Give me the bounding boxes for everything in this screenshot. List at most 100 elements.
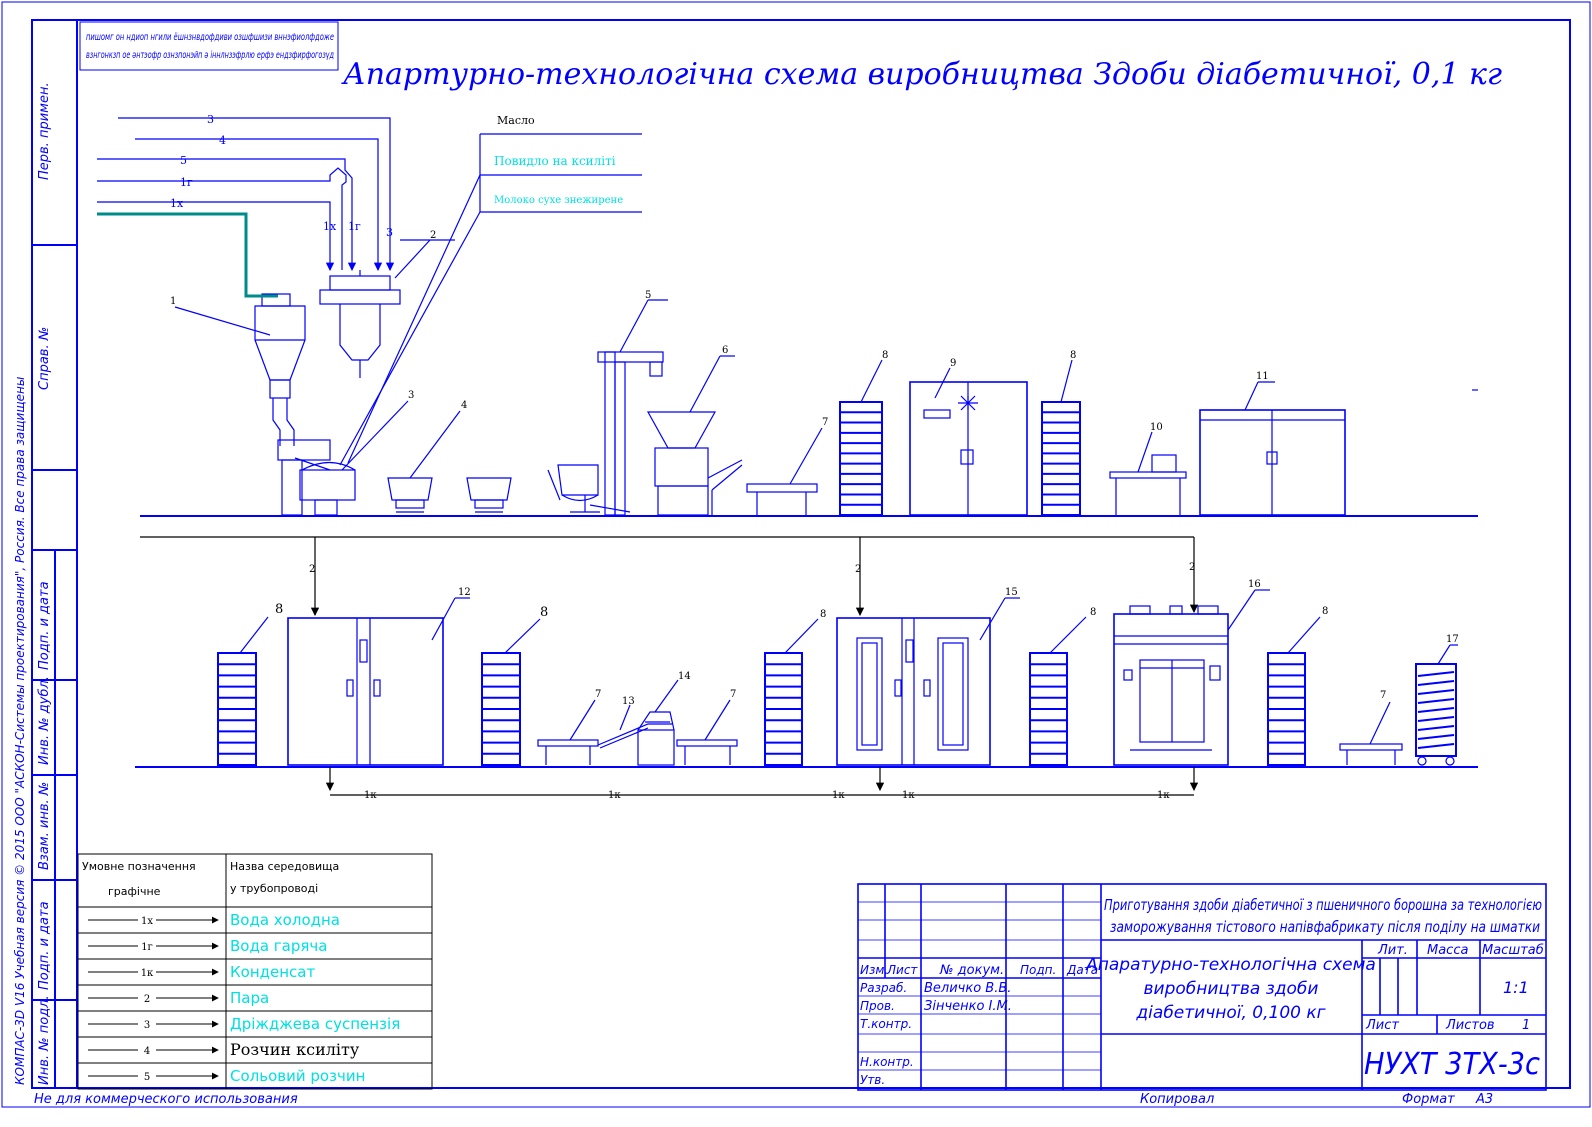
svg-text:8: 8 — [1322, 606, 1328, 617]
svg-text:Копировал: Копировал — [1140, 1092, 1214, 1107]
svg-text:7: 7 — [1380, 690, 1386, 701]
svg-text:4: 4 — [219, 134, 226, 147]
svg-text:8: 8 — [1070, 350, 1076, 361]
legend-code: 1г — [141, 942, 153, 953]
svg-text:Умовне позначення: Умовне позначення — [82, 860, 196, 873]
trolley-shelf — [1417, 716, 1455, 722]
mirrored-stamp: пишомг он ндиоп нгили ёшнзнвдофдиви озшф… — [86, 32, 334, 61]
svg-text:1г: 1г — [180, 176, 193, 189]
svg-text:12: 12 — [458, 587, 471, 598]
svg-text:Зінченко І.М.: Зінченко І.М. — [924, 999, 1012, 1014]
svg-text:1к: 1к — [608, 790, 621, 801]
side-label-podp-2: Подп. и дата — [37, 901, 52, 990]
legend-code: 1х — [141, 916, 153, 927]
footer: Не для коммерческого использования Копир… — [34, 1092, 1493, 1107]
svg-text:1к: 1к — [364, 790, 377, 801]
svg-text:2: 2 — [1189, 562, 1195, 573]
svg-text:Пров.: Пров. — [860, 999, 895, 1013]
svg-text:Т.контр.: Т.контр. — [860, 1017, 912, 1031]
svg-text:15: 15 — [1005, 587, 1018, 598]
svg-text:2: 2 — [855, 564, 861, 575]
cold-water-pipe — [97, 212, 278, 298]
svg-text:8: 8 — [275, 602, 283, 617]
svg-text:7: 7 — [822, 417, 828, 428]
svg-text:2: 2 — [309, 564, 315, 575]
svg-text:14: 14 — [678, 671, 691, 682]
legend-medium-name: Вода холодна — [230, 911, 340, 929]
svg-text:8: 8 — [820, 609, 826, 620]
side-label-vzam: Взам. инв. № — [37, 782, 52, 870]
svg-text:Листов: Листов — [1445, 1018, 1495, 1033]
svg-text:Формат: Формат — [1402, 1092, 1455, 1107]
svg-text:Лист: Лист — [886, 963, 918, 977]
svg-text:Лист: Лист — [1365, 1018, 1399, 1033]
tb-name-2: виробництва здоби — [1144, 979, 1319, 999]
tb-name-1: Апаратурно-технологічна схема — [1085, 955, 1376, 975]
side-label-inv-dubl: Инв. № дубл. — [37, 676, 52, 765]
svg-text:Подп.: Подп. — [1020, 963, 1056, 977]
trolley-shelf — [1417, 707, 1455, 713]
rack-shelves-bottom — [218, 663, 1305, 755]
trolley-shelf — [1417, 671, 1455, 677]
svg-text:графічне: графічне — [108, 885, 161, 898]
title-block-text: Приготування здоби діабетичної з пшеничн… — [860, 896, 1544, 1087]
svg-text:2: 2 — [430, 230, 436, 241]
trolley-shelf — [1417, 743, 1455, 749]
side-label-podp-1: Подп. и дата — [37, 581, 52, 670]
svg-text:Разраб.: Разраб. — [860, 981, 907, 995]
svg-text:7: 7 — [730, 689, 736, 700]
svg-text:Назва середовища: Назва середовища — [230, 860, 339, 873]
svg-text:11: 11 — [1256, 371, 1269, 382]
legend-code: 3 — [144, 1020, 150, 1031]
legend-medium-name: Вода гаряча — [230, 937, 327, 955]
ingredient-milk: Молоко сухе знежирене — [494, 195, 623, 206]
svg-text:Величко В.В.: Величко В.В. — [924, 981, 1011, 996]
ingredient-jam: Повидло на ксиліті — [494, 154, 616, 168]
legend-symbols — [88, 916, 219, 1080]
svg-text:6: 6 — [722, 345, 728, 356]
svg-text:1к: 1к — [902, 790, 915, 801]
legend-text: Умовне позначення графічне Назва середов… — [82, 860, 339, 898]
svg-text:Утв.: Утв. — [860, 1073, 885, 1087]
svg-text:Не для коммерческого использов: Не для коммерческого использования — [34, 1092, 298, 1107]
legend-medium-name: Дріжджева суспензія — [230, 1015, 400, 1033]
legend-code: 4 — [144, 1046, 150, 1057]
svg-text:пишомг он ндиоп нгили ёшнзнвдо: пишомг он ндиоп нгили ёшнзнвдофдиви озшф… — [86, 32, 334, 43]
svg-text:3: 3 — [207, 113, 214, 126]
svg-text:1:1: 1:1 — [1503, 978, 1529, 997]
svg-text:7: 7 — [595, 689, 601, 700]
svg-text:Масса: Масса — [1427, 943, 1468, 958]
side-label-perv: Перв. примен. — [37, 82, 52, 180]
svg-text:1: 1 — [170, 296, 176, 307]
svg-text:1к: 1к — [832, 790, 845, 801]
trolley-shelf — [1417, 725, 1455, 731]
side-copyright: КОМПАС-3D V16 Учебная версия © 2015 ООО … — [13, 377, 27, 1085]
ingredient-labels: Масло Повидло на ксиліті Молоко сухе зне… — [494, 114, 623, 206]
svg-text:1х: 1х — [170, 197, 184, 210]
legend-medium-name: Пара — [230, 989, 269, 1007]
trolley-shelf — [1417, 698, 1455, 704]
tb-description-2: заморожування тістового напівфабрикату п… — [1110, 918, 1540, 936]
top-pipe-labels: 3 4 5 1г 1х 1х 1г 3 — [170, 113, 393, 239]
svg-text:1к: 1к — [1157, 790, 1170, 801]
legend-code: 2 — [144, 994, 150, 1005]
legend-medium-name: Розчин ксиліту — [230, 1040, 360, 1059]
svg-text:8: 8 — [1090, 607, 1096, 618]
svg-text:3: 3 — [386, 226, 393, 239]
trolley-shelf — [1417, 689, 1455, 695]
rack-shelves — [840, 411, 1080, 506]
tb-code: НУХТ 3ТХ-3с — [1364, 1047, 1540, 1082]
svg-text:у трубопроводі: у трубопроводі — [230, 882, 318, 895]
side-label-inv-podl: Инв. № подл. — [37, 995, 52, 1085]
svg-text:1: 1 — [1522, 1018, 1530, 1033]
top-equipment-numbers: 1 2 3 4 5 6 7 8 9 8 10 11 — [170, 230, 1269, 433]
legend-medium-name: Конденсат — [230, 963, 315, 981]
side-label-sprav: Справ. № — [37, 327, 52, 390]
svg-text:10: 10 — [1150, 422, 1163, 433]
svg-text:Н.контр.: Н.контр. — [860, 1055, 914, 1069]
legend-medium-name: Сольовий розчин — [230, 1067, 365, 1085]
svg-text:8: 8 — [882, 350, 888, 361]
svg-text:17: 17 — [1446, 634, 1459, 645]
tb-description-1: Приготування здоби діабетичної з пшеничн… — [1104, 896, 1542, 914]
bottom-line-equipment — [135, 536, 1478, 796]
